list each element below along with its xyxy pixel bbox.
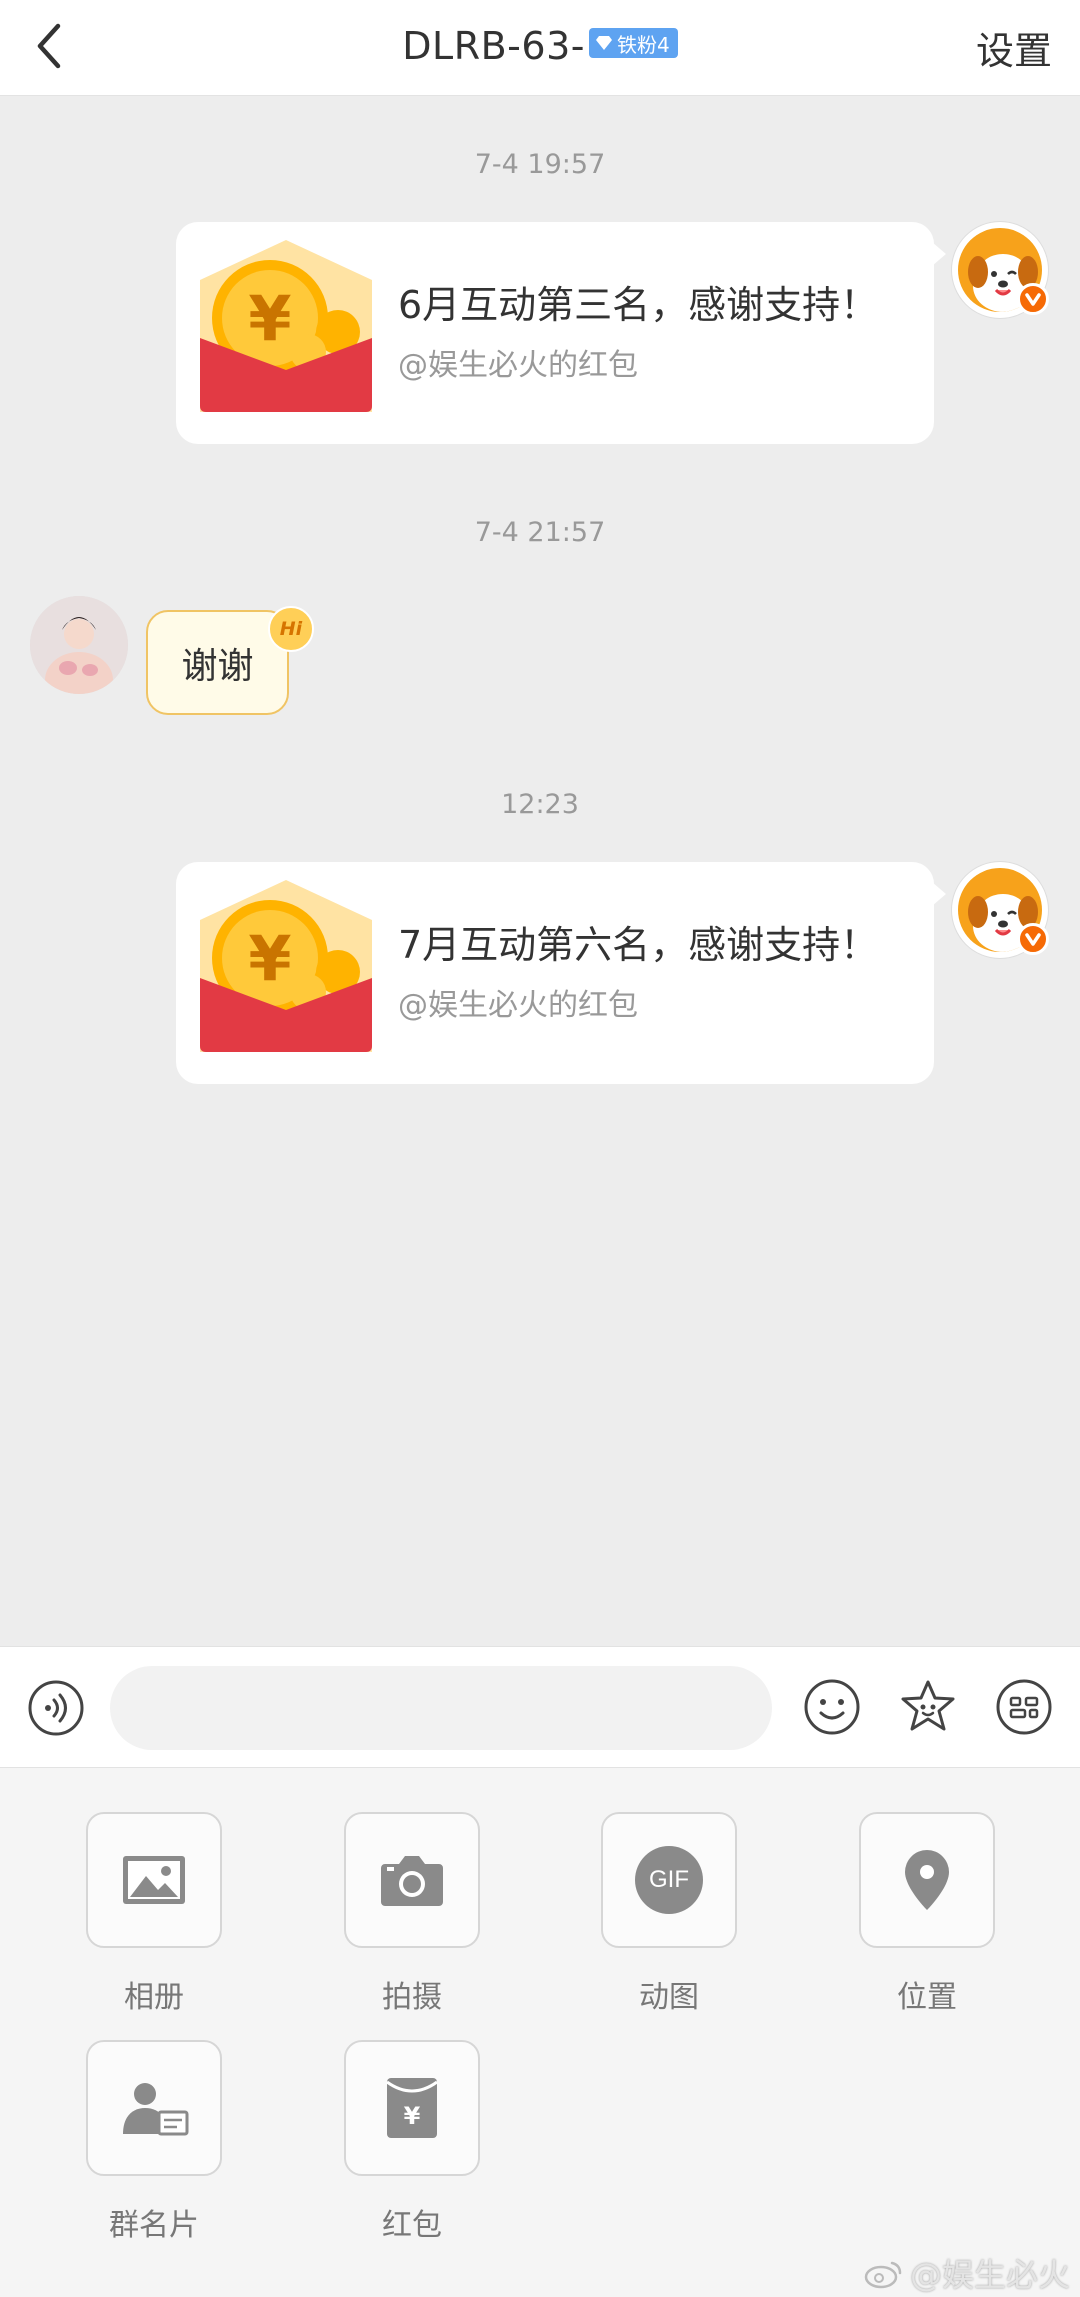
user-avatar[interactable] [952, 222, 1049, 318]
message-timestamp: 7-4 19:57 [474, 149, 606, 180]
red-packet-sender: @娱生必火的红包 [398, 348, 638, 383]
camera-icon [381, 1856, 443, 1906]
message-timestamp: 7-4 21:57 [474, 517, 606, 548]
red-packet-title: 7月互动第六名，感谢支持！ [398, 923, 879, 967]
tool-label: 位置 [897, 1980, 957, 2015]
tool-album[interactable]: 相册 [86, 1812, 222, 2016]
emoji-button[interactable] [802, 1677, 862, 1737]
star-face-icon [901, 1680, 955, 1731]
message-input-bar [0, 1646, 1080, 1768]
top-nav-bar: DLRB-63- 铁粉4 设置 [0, 0, 1080, 96]
weibo-logo-icon [864, 2261, 902, 2289]
member-avatar[interactable] [30, 596, 128, 694]
attachment-panel: 相册 拍摄 GIF 动图 位置 群名片 ¥ 红包 [0, 1768, 1080, 2297]
fan-level-badge: 铁粉4 [588, 28, 678, 58]
red-packet-message[interactable]: ¥ 6月互动第三名，感谢支持！ @娱生必火的红包 [176, 222, 946, 444]
diamond-icon [595, 36, 612, 50]
tool-red-packet[interactable]: ¥ 红包 [344, 2040, 480, 2244]
contact-card-icon [123, 2083, 189, 2136]
svg-text:¥: ¥ [248, 282, 291, 355]
smiley-icon [804, 1679, 860, 1735]
red-packet-icon: ¥ [200, 240, 372, 412]
tool-gif[interactable]: GIF 动图 [601, 1812, 737, 2016]
tool-label: 拍摄 [382, 1980, 442, 2015]
more-functions-button[interactable] [994, 1677, 1054, 1737]
chat-title: DLRB-63- [402, 24, 585, 68]
red-packet-title: 6月互动第三名，感谢支持！ [398, 283, 879, 327]
tool-label: 动图 [639, 1980, 699, 2015]
location-pin-icon [905, 1850, 949, 1910]
sticker-button[interactable] [898, 1677, 958, 1737]
tool-label: 红包 [382, 2208, 442, 2243]
verified-badge [1017, 923, 1049, 955]
verified-v-icon [1025, 293, 1041, 306]
tool-label: 群名片 [109, 2208, 199, 2243]
voice-icon [28, 1680, 84, 1736]
member-photo-icon [30, 596, 128, 694]
voice-button[interactable] [27, 1679, 85, 1737]
message-text-input[interactable] [110, 1666, 772, 1750]
chat-title-area: DLRB-63- 铁粉4 [0, 18, 1080, 74]
grid-menu-icon [996, 1679, 1052, 1735]
weibo-watermark: @娱生必火 [864, 2250, 1070, 2296]
image-icon [123, 1856, 185, 1904]
red-packet-sender: @娱生必火的红包 [398, 988, 638, 1023]
gif-icon-text: GIF [649, 1866, 689, 1893]
verified-badge [1017, 283, 1049, 315]
settings-button[interactable]: 设置 [976, 20, 1052, 75]
svg-text:¥: ¥ [404, 2102, 421, 2130]
tool-camera[interactable]: 拍摄 [344, 1812, 480, 2016]
fan-level-label: 铁粉4 [616, 32, 670, 57]
user-avatar[interactable] [952, 862, 1049, 958]
message-text: 谢谢 [181, 645, 254, 687]
gif-icon: GIF [635, 1846, 703, 1914]
red-envelope-icon: ¥ [386, 2078, 438, 2138]
red-packet-message[interactable]: ¥ 7月互动第六名，感谢支持！ @娱生必火的红包 [176, 862, 946, 1084]
red-packet-icon: ¥ [200, 880, 372, 1052]
tool-group-card[interactable]: 群名片 [86, 2040, 222, 2244]
watermark-text: @娱生必火 [909, 2256, 1070, 2294]
tool-location[interactable]: 位置 [859, 1812, 995, 2016]
message-timestamp: 12:23 [501, 789, 579, 820]
hi-badge: Hi [268, 606, 314, 652]
verified-v-icon [1025, 933, 1041, 946]
tool-label: 相册 [124, 1980, 184, 2015]
svg-text:¥: ¥ [248, 922, 291, 995]
